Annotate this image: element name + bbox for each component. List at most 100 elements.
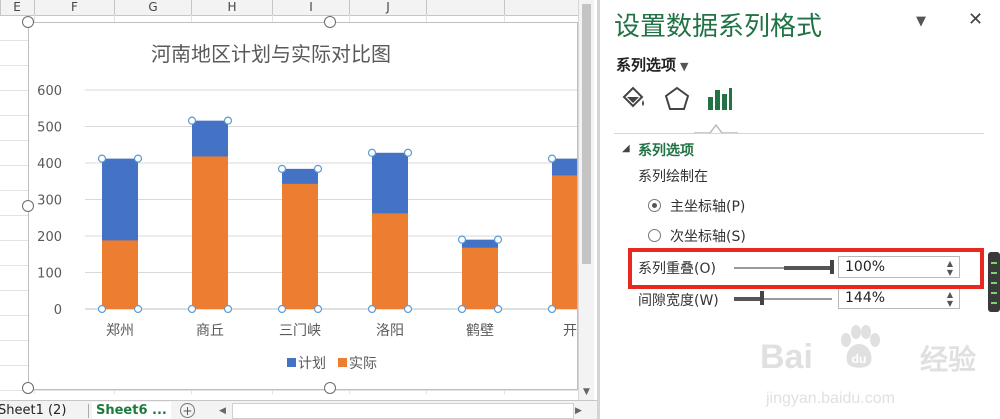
series-selection-handle[interactable]: [493, 235, 503, 244]
bar-actual[interactable]: [282, 183, 318, 309]
paint-bucket-icon[interactable]: [618, 84, 648, 114]
chart-object[interactable]: 河南地区计划与实际对比图 0 100 200 300 400 500 600 郑州 商丘 三门峡…: [28, 22, 578, 390]
x-tick-label: 洛阳: [376, 323, 404, 339]
y-tick-label: 200: [37, 230, 62, 245]
add-sheet-button[interactable]: +: [180, 403, 195, 418]
secondary-axis-label[interactable]: 次坐标轴(S): [670, 226, 746, 246]
column-header-j[interactable]: J: [350, 0, 426, 15]
legend-swatch: [287, 358, 296, 367]
chevron-down-icon: ▼: [680, 60, 689, 73]
series-selection-handle[interactable]: [457, 304, 467, 314]
sheet-tab-bar: Sheet1 (2) Sheet6 ... + ◀ ▶: [0, 400, 600, 419]
scroll-down-arrow[interactable]: ▼: [579, 385, 594, 400]
resize-handle-top[interactable]: [324, 16, 336, 28]
close-icon[interactable]: ✕: [968, 9, 983, 30]
secondary-axis-radio[interactable]: [648, 229, 661, 242]
resize-handle-bottom[interactable]: [324, 382, 336, 394]
collapse-caret-icon[interactable]: ◢: [622, 143, 630, 154]
series-selection-handle[interactable]: [313, 304, 323, 314]
spin-down-icon[interactable]: ▼: [945, 299, 955, 308]
baidu-watermark: du Bai 经验 jingyan.baidu.com: [760, 318, 1000, 419]
spin-up-icon[interactable]: ▲: [945, 290, 955, 299]
scroll-left-arrow[interactable]: ◀: [219, 404, 231, 418]
watermark-brand-cn: 经验: [920, 343, 977, 376]
series-selection-handle[interactable]: [457, 235, 467, 244]
bar-actual[interactable]: [192, 156, 228, 309]
y-tick-label: 0: [54, 303, 62, 318]
series-selection-handle[interactable]: [547, 304, 557, 314]
horizontal-scrollbar[interactable]: ◀ ▶: [219, 403, 582, 419]
gap-width-slider-knob[interactable]: [760, 291, 765, 305]
series-selection-handle[interactable]: [187, 304, 197, 314]
vertical-scrollbar[interactable]: ▼: [578, 0, 594, 400]
x-tick-label: 郑州: [106, 323, 134, 339]
x-tick-label: 三门峡: [279, 323, 321, 339]
y-tick-label: 100: [37, 267, 62, 282]
chart-title: 河南地区计划与实际对比图: [151, 42, 391, 66]
pane-scrollbar[interactable]: [988, 252, 1000, 312]
primary-axis-label[interactable]: 主坐标轴(P): [670, 196, 745, 216]
column-header-i[interactable]: I: [273, 0, 349, 15]
svg-text:du: du: [852, 352, 867, 366]
plot-series-on-label: 系列绘制在: [638, 169, 708, 185]
scrollbar-thumb[interactable]: [582, 4, 591, 264]
series-selection-handle[interactable]: [133, 154, 143, 163]
series-selection-handle[interactable]: [313, 164, 323, 173]
gap-width-input[interactable]: 144% ▲ ▼: [838, 287, 960, 309]
legend-swatch: [338, 358, 347, 367]
baidu-paw-logo: du: [841, 325, 880, 368]
bar-actual[interactable]: [552, 175, 577, 309]
column-header-g[interactable]: G: [115, 0, 191, 15]
bar-actual[interactable]: [372, 213, 408, 309]
y-tick-label: 500: [37, 121, 62, 136]
pentagon-icon[interactable]: [662, 84, 692, 114]
resize-handle-left[interactable]: [22, 200, 34, 212]
resize-handle-top-left[interactable]: [22, 16, 34, 28]
x-tick-label: 商丘: [196, 323, 224, 339]
gap-width-value: 144%: [845, 290, 886, 306]
bar-actual[interactable]: [102, 240, 138, 309]
spreadsheet-area: E F G H I J 河南地区计划与实际对比图 0 100 200 300 400 50…: [0, 0, 600, 419]
column-header-row: E F G H I J: [0, 0, 578, 16]
sheet-tab-6[interactable]: Sheet6 ...: [92, 402, 171, 419]
sheet-tab-1[interactable]: Sheet1 (2): [0, 402, 70, 419]
series-selection-handle[interactable]: [493, 304, 503, 314]
series-selection-handle[interactable]: [223, 304, 233, 314]
series-selection-handle[interactable]: [547, 154, 557, 163]
series-selection-handle[interactable]: [97, 154, 107, 163]
series-selection-handle[interactable]: [403, 148, 413, 157]
watermark-url: jingyan.baidu.com: [766, 390, 895, 407]
primary-axis-radio[interactable]: [648, 199, 661, 212]
series-options-dropdown[interactable]: 系列选项 ▼: [616, 54, 688, 75]
resize-handle-bottom-left[interactable]: [22, 382, 34, 394]
column-header-e[interactable]: E: [0, 0, 34, 15]
series-selection-handle[interactable]: [97, 304, 107, 314]
series-options-label: 系列选项: [616, 56, 677, 74]
series-selection-handle[interactable]: [133, 304, 143, 314]
column-header-f[interactable]: F: [35, 0, 114, 15]
series-selection-handle[interactable]: [367, 148, 377, 157]
watermark-brand: Bai: [760, 338, 813, 376]
gap-width-slider-fill: [734, 297, 763, 301]
bar-chart-icon[interactable]: [704, 84, 734, 114]
series-selection-handle[interactable]: [367, 304, 377, 314]
bar-chart: 河南地区计划与实际对比图 0 100 200 300 400 500 600 郑州 商丘 三门峡…: [37, 42, 577, 372]
x-tick-label: 鹤壁: [466, 323, 494, 339]
series-selection-handle[interactable]: [277, 164, 287, 173]
series-selection-handle[interactable]: [403, 304, 413, 314]
y-tick-label: 600: [37, 84, 62, 99]
series-selection-handle[interactable]: [223, 116, 233, 125]
legend-label[interactable]: 实际: [349, 356, 377, 372]
x-tick-label: 开: [563, 323, 577, 339]
highlight-annotation: [628, 248, 984, 289]
section-series-options[interactable]: 系列选项: [638, 140, 694, 160]
series-selection-handle[interactable]: [277, 304, 287, 314]
gap-width-label: 间隙宽度(W): [638, 293, 719, 309]
y-tick-label: 400: [37, 157, 62, 172]
scroll-right-arrow[interactable]: ▶: [575, 404, 587, 418]
series-selection-handle[interactable]: [187, 116, 197, 125]
bar-actual[interactable]: [462, 247, 498, 309]
column-header-h[interactable]: H: [192, 0, 272, 15]
pane-options-dropdown-icon[interactable]: ▼: [916, 14, 926, 29]
legend-label[interactable]: 计划: [298, 356, 326, 372]
